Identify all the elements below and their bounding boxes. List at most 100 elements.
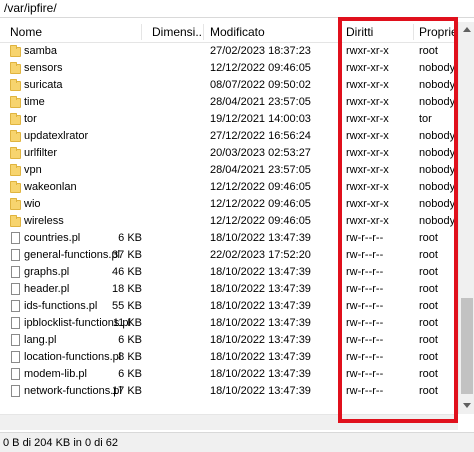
file-icon — [11, 232, 20, 244]
file-owner: root — [419, 385, 438, 397]
status-text: 0 B di 204 KB in 0 di 62 — [3, 437, 118, 449]
folder-row[interactable]: updatexlrator 27/12/2022 16:56:24 rwxr-xr-… — [0, 128, 458, 145]
file-permissions: rw-r--r-- — [346, 283, 384, 295]
file-modified: 19/12/2021 14:00:03 — [210, 113, 311, 125]
file-row[interactable]: network-functions.pl 17 KB 18/10/2022 13:4… — [0, 383, 458, 400]
folder-row[interactable]: wakeonlan 12/12/2022 09:46:05 rwxr-xr-x nob… — [0, 179, 458, 196]
scrollbar-thumb[interactable] — [461, 298, 473, 394]
file-permissions: rwxr-xr-x — [346, 79, 389, 91]
column-divider[interactable] — [413, 24, 414, 40]
path-text: /var/ipfire/ — [4, 1, 57, 15]
file-permissions: rwxr-xr-x — [346, 164, 389, 176]
file-name: network-functions.pl — [24, 385, 122, 397]
file-icon — [11, 266, 20, 278]
file-modified: 18/10/2022 13:47:39 — [210, 385, 311, 397]
file-owner: root — [419, 45, 438, 57]
file-permissions: rwxr-xr-x — [346, 181, 389, 193]
file-name: sensors — [24, 62, 63, 74]
file-owner: root — [419, 368, 438, 380]
horizontal-scrollbar[interactable] — [0, 414, 458, 430]
file-size: 8 KB — [118, 351, 142, 363]
file-name: wio — [24, 198, 41, 210]
folder-row[interactable]: sensors 12/12/2022 09:46:05 rwxr-xr-x nobod… — [0, 60, 458, 77]
file-name: tor — [24, 113, 37, 125]
file-row[interactable]: location-functions.pl 8 KB 18/10/2022 13:4… — [0, 349, 458, 366]
column-header-owner[interactable]: Proprie... — [419, 25, 457, 39]
column-divider[interactable] — [338, 24, 339, 40]
file-name: general-functions.pl — [24, 249, 121, 261]
folder-icon — [10, 164, 21, 176]
folder-row[interactable]: time 28/04/2021 23:57:05 rwxr-xr-x nobody — [0, 94, 458, 111]
file-modified: 18/10/2022 13:47:39 — [210, 283, 311, 295]
folder-icon — [10, 198, 21, 210]
column-header-row: Nome Dimensi... Modificato Diritti Propr… — [0, 22, 458, 43]
file-owner: nobody — [419, 62, 456, 74]
file-modified: 18/10/2022 13:47:39 — [210, 334, 311, 346]
file-size: 37 KB — [112, 249, 142, 261]
column-divider[interactable] — [203, 24, 204, 40]
file-permissions: rw-r--r-- — [346, 385, 384, 397]
folder-row[interactable]: suricata 08/07/2022 09:50:02 rwxr-xr-x nobo… — [0, 77, 458, 94]
file-row[interactable]: modem-lib.pl 6 KB 18/10/2022 13:47:39 rw-r-… — [0, 366, 458, 383]
file-owner: root — [419, 351, 438, 363]
column-header-modified[interactable]: Modificato — [210, 25, 330, 39]
file-row[interactable]: ipblocklist-functions.pl 11 KB 18/10/2022 … — [0, 315, 458, 332]
file-owner: root — [419, 283, 438, 295]
folder-row[interactable]: tor 19/12/2021 14:00:03 rwxr-xr-x tor — [0, 111, 458, 128]
file-modified: 27/02/2023 18:37:23 — [210, 45, 311, 57]
folder-icon — [10, 113, 21, 125]
file-row[interactable]: header.pl 18 KB 18/10/2022 13:47:39 rw-r--r… — [0, 281, 458, 298]
folder-row[interactable]: vpn 28/04/2021 23:57:05 rwxr-xr-x nobody — [0, 162, 458, 179]
file-icon — [11, 300, 20, 312]
file-size: 46 KB — [112, 266, 142, 278]
file-owner: root — [419, 266, 438, 278]
scroll-down-arrow-icon[interactable] — [459, 398, 474, 414]
file-name: samba — [24, 45, 58, 57]
file-permissions: rwxr-xr-x — [346, 96, 389, 108]
file-owner: nobody — [419, 147, 456, 159]
file-name: vpn — [24, 164, 42, 176]
file-list: samba 27/02/2023 18:37:23 rwxr-xr-x root sen… — [0, 43, 458, 411]
path-bar[interactable]: /var/ipfire/ — [0, 0, 474, 18]
file-size: 55 KB — [112, 300, 142, 312]
file-permissions: rw-r--r-- — [346, 368, 384, 380]
scroll-up-arrow-icon[interactable] — [459, 22, 474, 38]
file-row[interactable]: general-functions.pl 37 KB 22/02/2023 17:5… — [0, 247, 458, 264]
folder-row[interactable]: wireless 12/12/2022 09:46:05 rwxr-xr-x nobo… — [0, 213, 458, 230]
folder-row[interactable]: urlfilter 20/03/2023 02:53:27 rwxr-xr-x nob… — [0, 145, 458, 162]
column-header-permissions[interactable]: Diritti — [346, 25, 412, 39]
file-permissions: rw-r--r-- — [346, 317, 384, 329]
file-modified: 18/10/2022 13:47:39 — [210, 368, 311, 380]
file-row[interactable]: graphs.pl 46 KB 18/10/2022 13:47:39 rw-r--r… — [0, 264, 458, 281]
file-size: 11 KB — [112, 317, 142, 329]
file-owner: root — [419, 249, 438, 261]
file-modified: 18/10/2022 13:47:39 — [210, 351, 311, 363]
file-icon — [11, 368, 20, 380]
file-name: countries.pl — [24, 232, 81, 244]
file-name: time — [24, 96, 45, 108]
file-row[interactable]: ids-functions.pl 55 KB 18/10/2022 13:47:39… — [0, 298, 458, 315]
file-name: suricata — [24, 79, 63, 91]
column-header-size[interactable]: Dimensi... — [152, 25, 202, 39]
file-row[interactable]: countries.pl 6 KB 18/10/2022 13:47:39 rw-r-… — [0, 230, 458, 247]
file-icon — [11, 334, 20, 346]
folder-icon — [10, 215, 21, 227]
file-name: graphs.pl — [24, 266, 70, 278]
folder-row[interactable]: wio 12/12/2022 09:46:05 rwxr-xr-x nobody — [0, 196, 458, 213]
file-modified: 28/04/2021 23:57:05 — [210, 164, 311, 176]
folder-icon — [10, 45, 21, 57]
folder-icon — [10, 181, 21, 193]
file-name: lang.pl — [24, 334, 57, 346]
vertical-scrollbar[interactable] — [458, 22, 474, 414]
folder-icon — [10, 79, 21, 91]
folder-row[interactable]: samba 27/02/2023 18:37:23 rwxr-xr-x root — [0, 43, 458, 60]
column-divider[interactable] — [141, 24, 142, 40]
file-modified: 18/10/2022 13:47:39 — [210, 317, 311, 329]
file-owner: tor — [419, 113, 432, 125]
file-row[interactable]: lang.pl 6 KB 18/10/2022 13:47:39 rw-r--r-- r… — [0, 332, 458, 349]
column-header-name[interactable]: Nome — [10, 25, 140, 39]
file-modified: 08/07/2022 09:50:02 — [210, 79, 311, 91]
file-icon — [11, 317, 20, 329]
file-owner: nobody — [419, 79, 456, 91]
file-modified: 12/12/2022 09:46:05 — [210, 198, 311, 210]
